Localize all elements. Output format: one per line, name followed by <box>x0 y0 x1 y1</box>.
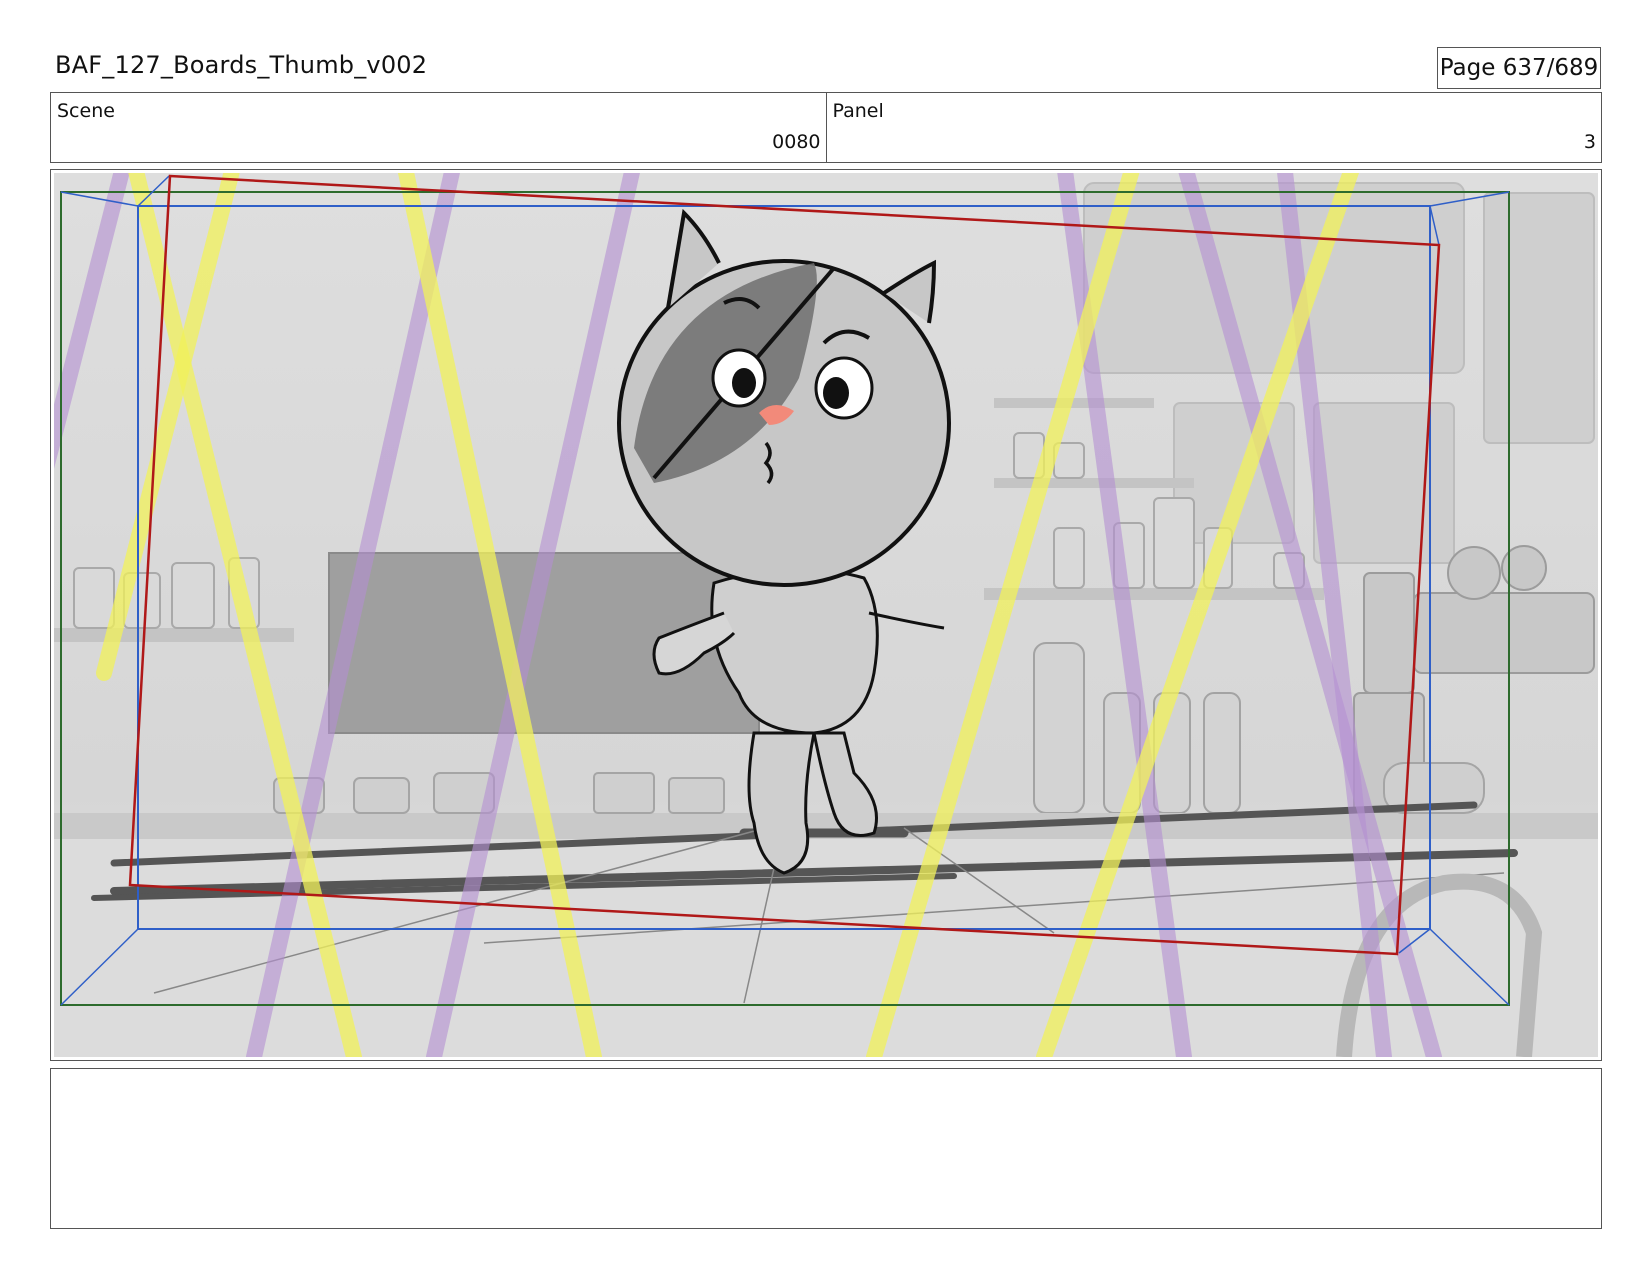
notes-area <box>50 1068 1602 1229</box>
storyboard-panel-frame <box>50 169 1602 1061</box>
page-number: Page 637/689 <box>1437 47 1601 89</box>
panel-label: Panel <box>832 100 884 122</box>
storyboard-panel-image <box>54 173 1598 1057</box>
scene-cell: Scene 0080 <box>51 93 826 162</box>
panel-value: 3 <box>1583 131 1596 153</box>
info-row: Scene 0080 Panel 3 <box>50 92 1602 163</box>
scene-label: Scene <box>57 100 115 122</box>
document-title: BAF_127_Boards_Thumb_v002 <box>55 51 428 79</box>
scene-value: 0080 <box>772 131 821 153</box>
panel-cell: Panel 3 <box>825 93 1602 162</box>
